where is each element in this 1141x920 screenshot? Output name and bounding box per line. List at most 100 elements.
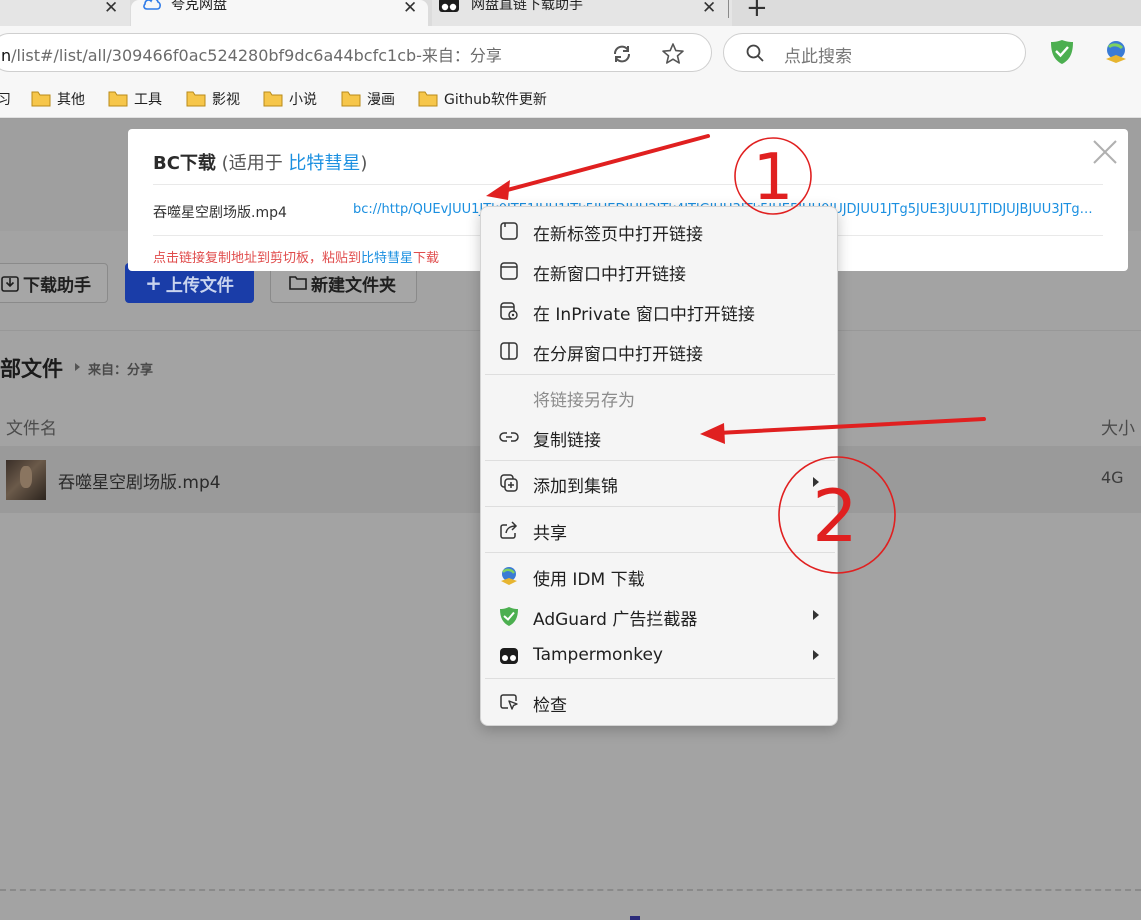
menu-separator xyxy=(485,552,835,553)
close-icon[interactable] xyxy=(1092,139,1118,165)
bookmark-folder-tools[interactable]: 工具 xyxy=(108,88,162,110)
breadcrumb-source[interactable]: 来自：分享 xyxy=(88,359,153,378)
idm-icon xyxy=(501,567,517,585)
folder-outline-icon xyxy=(289,276,307,290)
file-size: 4G xyxy=(1101,468,1124,487)
folder-icon xyxy=(418,91,438,107)
bookmark-folder-other[interactable]: 其他 xyxy=(31,88,85,110)
bookmark-folder-video[interactable]: 影视 xyxy=(186,88,240,110)
bookmark-folder-comics[interactable]: 漫画 xyxy=(341,88,395,110)
bc-subtitle-app: 比特彗星 xyxy=(288,153,361,174)
file-name[interactable]: 吞噬星空剧场版.mp4 xyxy=(58,468,221,493)
menu-separator xyxy=(485,460,835,461)
bookmark-label: 其他 xyxy=(57,92,85,108)
menu-item-label: 添加到集锦 xyxy=(533,477,618,497)
video-thumbnail xyxy=(6,460,46,500)
submenu-arrow-icon xyxy=(813,610,819,620)
tampermonkey-icon xyxy=(500,648,518,664)
search-placeholder: 点此搜索 xyxy=(784,47,852,67)
menu-item-label: 共享 xyxy=(533,524,567,544)
menu-separator xyxy=(485,374,835,375)
menu-item-label: Tampermonkey xyxy=(533,645,663,665)
bc-hint-suffix: 下载 xyxy=(413,251,440,266)
close-icon[interactable]: ✕ xyxy=(702,0,716,17)
new-window-icon xyxy=(500,262,518,280)
menu-item-share[interactable]: 共享 xyxy=(481,509,837,549)
menu-item-label: 在 InPrivate 窗口中打开链接 xyxy=(533,305,755,325)
bottom-marker xyxy=(630,916,640,920)
dashed-divider xyxy=(0,889,1141,891)
menu-item-add-to-collections[interactable]: 添加到集锦 xyxy=(481,462,837,502)
inprivate-icon xyxy=(500,302,518,320)
close-icon[interactable]: ✕ xyxy=(403,0,417,17)
collections-icon xyxy=(500,474,518,492)
browser-toolbar: n/list#/list/all/309466f0ac524280bf9dc6a… xyxy=(0,26,1141,80)
breadcrumb-title[interactable]: 部文件 xyxy=(0,353,63,383)
upload-label: 上传文件 xyxy=(165,275,234,296)
tab-label: 网盘直链下载助手 xyxy=(471,0,583,13)
inspect-icon xyxy=(500,694,518,710)
address-bar[interactable]: n/list#/list/all/309466f0ac524280bf9dc6a… xyxy=(0,33,712,72)
menu-item-idm-download[interactable]: 使用 IDM 下载 xyxy=(481,555,837,595)
menu-item-label: 复制链接 xyxy=(533,431,601,451)
tab-label: 夸克网盘 xyxy=(171,0,227,13)
address-url: n/list#/list/all/309466f0ac524280bf9dc6a… xyxy=(1,42,502,66)
url-path: /list#/list/all/309466f0ac524280bf9dc6a4… xyxy=(11,46,502,65)
bc-subtitle-prefix: (适用于 xyxy=(221,153,289,174)
url-host: n xyxy=(1,46,12,65)
download-helper-button[interactable]: 下载助手 xyxy=(0,263,108,303)
new-tab-button[interactable]: + xyxy=(746,0,768,23)
adguard-icon[interactable] xyxy=(1050,39,1074,65)
search-box[interactable]: 点此搜索 xyxy=(723,33,1026,72)
bc-subtitle-suffix: ) xyxy=(360,153,368,174)
menu-item-copy-link[interactable]: 复制链接 xyxy=(481,416,837,456)
menu-item-open-new-window[interactable]: 在新窗口中打开链接 xyxy=(481,250,837,290)
menu-item-open-split-screen[interactable]: 在分屏窗口中打开链接 xyxy=(481,330,837,370)
folder-icon xyxy=(31,91,51,107)
favorite-star-icon[interactable] xyxy=(661,42,685,66)
reading-refresh-icon[interactable] xyxy=(611,43,633,65)
bookmark-label: 漫画 xyxy=(367,92,395,108)
new-folder-label: 新建文件夹 xyxy=(311,275,396,296)
menu-item-open-new-tab[interactable]: 在新标签页中打开链接 xyxy=(481,210,837,250)
tab-bar: ✕ 夸克网盘 ✕ 网盘直链下载助手 ✕ + xyxy=(0,0,1141,26)
folder-icon xyxy=(341,91,361,107)
menu-item-adguard[interactable]: AdGuard 广告拦截器 xyxy=(481,595,837,635)
bc-dialog-title: BC下载 (适用于 比特彗星) xyxy=(153,149,367,175)
bookmark-label: Github软件更新 xyxy=(444,92,547,108)
bookmark-item[interactable]: 习 xyxy=(0,88,11,110)
link-icon xyxy=(499,432,519,442)
submenu-arrow-icon xyxy=(813,650,819,660)
menu-item-label: 将链接另存为 xyxy=(533,391,635,411)
bc-hint-text: 点击链接复制地址到剪切板，粘贴到比特彗星下载 xyxy=(153,247,439,266)
folder-icon xyxy=(263,91,283,107)
column-header-name[interactable]: 文件名 xyxy=(6,414,57,439)
divider xyxy=(153,184,1103,185)
menu-item-tampermonkey[interactable]: Tampermonkey xyxy=(481,635,837,675)
new-tab-icon xyxy=(500,222,518,240)
menu-item-label: 在新标签页中打开链接 xyxy=(533,225,703,245)
menu-item-inspect[interactable]: 检查 xyxy=(481,681,837,721)
quark-cloud-icon xyxy=(143,0,161,10)
bc-file-name: 吞噬星空剧场版.mp4 xyxy=(153,205,287,221)
submenu-arrow-icon xyxy=(813,477,819,487)
download-icon xyxy=(1,276,19,292)
plus-icon: + xyxy=(145,271,162,295)
tampermonkey-icon xyxy=(439,0,459,12)
close-icon[interactable]: ✕ xyxy=(104,0,118,17)
bookmark-folder-github[interactable]: Github软件更新 xyxy=(418,88,547,110)
idm-icon[interactable] xyxy=(1103,39,1129,65)
column-header-size[interactable]: 大小 xyxy=(1101,414,1135,439)
link-context-menu: 在新标签页中打开链接 在新窗口中打开链接 在 InPrivate 窗口中打开链接… xyxy=(480,206,838,726)
tab-quark-pan[interactable]: 夸克网盘 ✕ xyxy=(131,0,428,26)
menu-item-open-inprivate[interactable]: 在 InPrivate 窗口中打开链接 xyxy=(481,290,837,330)
bookmark-folder-novel[interactable]: 小说 xyxy=(263,88,317,110)
menu-item-label: AdGuard 广告拦截器 xyxy=(533,610,698,630)
bookmark-label: 习 xyxy=(0,92,11,108)
tab-previous[interactable]: ✕ xyxy=(0,0,130,26)
tab-direct-link-helper[interactable]: 网盘直链下载助手 ✕ xyxy=(432,0,732,26)
adguard-icon xyxy=(500,607,518,626)
search-icon xyxy=(746,44,764,62)
download-helper-label: 下载助手 xyxy=(23,275,91,296)
folder-icon xyxy=(186,91,206,107)
